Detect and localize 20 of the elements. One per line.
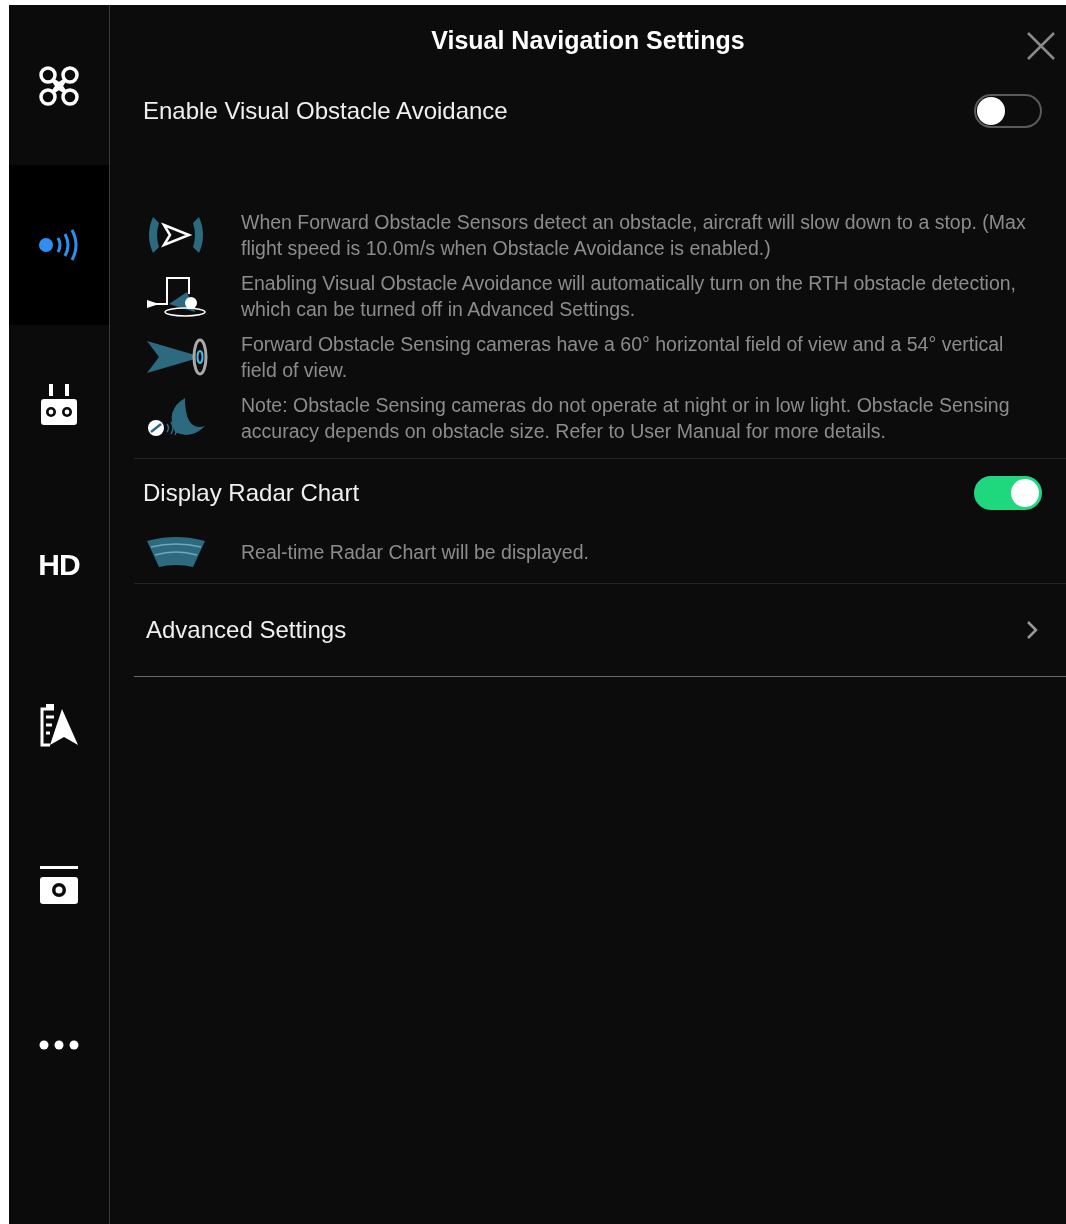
info-text: Enabling Visual Obstacle Avoidance will automatically turn on the RTH obstacle detection, which can be turned off in Advanced Settings. bbox=[241, 271, 1018, 322]
battery-navigation-icon bbox=[38, 703, 80, 747]
info-text: Note: Obstacle Sensing cameras do not operate at night or in low light. Obstacle Sensing accuracy depends on obstacle size. Refer to User Manual for more details. bbox=[241, 393, 1011, 444]
window-title: Visual Navigation Settings bbox=[431, 25, 745, 55]
remote-controller-icon bbox=[40, 384, 78, 426]
drone-icon bbox=[38, 65, 80, 107]
info-text: When Forward Obstacle Sensors detect an obstacle, aircraft will slow down to a stop. (Max flight speed is 10.0m/s when Obstacle Avoidance is enabled.) bbox=[241, 210, 1027, 261]
info-text: Forward Obstacle Sensing cameras have a 60° horizontal field of view and a 54° vertical field of view. bbox=[241, 332, 1005, 383]
toggle-switch[interactable] bbox=[974, 476, 1042, 510]
camera-icon bbox=[39, 865, 79, 905]
hd-label: HD bbox=[38, 548, 80, 582]
chevron-right-icon bbox=[1026, 620, 1038, 640]
more-icon bbox=[39, 1040, 79, 1050]
setting-label: Enable Visual Obstacle Avoidance bbox=[143, 97, 508, 125]
sidebar-item[interactable]: HD bbox=[9, 485, 109, 645]
setting-label: Display Radar Chart bbox=[143, 479, 360, 507]
toggle-switch[interactable] bbox=[974, 94, 1042, 128]
close-icon[interactable] bbox=[1026, 31, 1056, 61]
info-text: Real-time Radar Chart will be displayed. bbox=[241, 540, 589, 565]
advanced-settings-row[interactable]: Advanced Settings bbox=[134, 584, 1066, 677]
